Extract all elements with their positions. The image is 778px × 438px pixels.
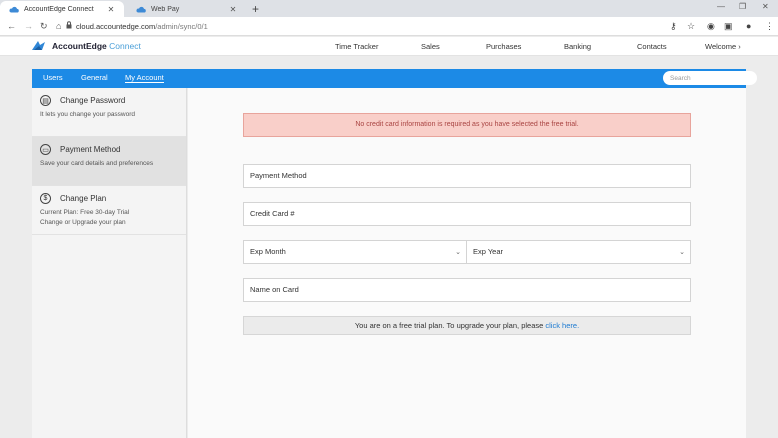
subnav-general[interactable]: General xyxy=(81,73,108,82)
star-icon[interactable]: ☆ xyxy=(687,21,695,32)
new-tab-icon[interactable]: + xyxy=(252,2,259,16)
logo-text: AccountEdge Connect xyxy=(52,40,141,51)
tab-title: Web Pay xyxy=(151,5,180,13)
back-icon[interactable]: ← xyxy=(7,21,16,31)
url-path: /admin/sync/0/1 xyxy=(155,22,208,31)
forward-icon[interactable]: → xyxy=(24,21,33,31)
sidebar-item-desc: Save your card details and preferences xyxy=(40,160,154,167)
close-tab-icon[interactable]: ✕ xyxy=(228,5,238,14)
upgrade-info-box: You are on a free trial plan. To upgrade… xyxy=(243,316,691,335)
upgrade-link[interactable]: click here. xyxy=(545,321,579,330)
nav-purchases[interactable]: Purchases xyxy=(486,42,521,51)
free-trial-alert: No credit card information is required a… xyxy=(243,113,691,137)
account-icon[interactable]: ● xyxy=(746,21,751,31)
chevron-down-icon: ⌄ xyxy=(455,249,461,256)
close-window-icon[interactable]: ✕ xyxy=(762,2,769,11)
reload-icon[interactable]: ↻ xyxy=(40,21,48,32)
payment-form-panel: No credit card information is required a… xyxy=(188,88,746,438)
account-sidebar: ▤ Change Password It lets you change you… xyxy=(32,88,187,438)
search-input[interactable] xyxy=(663,71,757,85)
cloud-icon xyxy=(9,6,19,12)
sidebar-item-change-password[interactable]: ▤ Change Password It lets you change you… xyxy=(32,88,186,137)
sidebar-item-desc: Current Plan: Free 30-day Trial Change or… xyxy=(40,209,130,226)
exp-year-select[interactable]: Exp Year ⌄ xyxy=(466,240,691,264)
nav-contacts[interactable]: Contacts xyxy=(637,42,667,51)
app-header: AccountEdge Connect Time Tracker Sales P… xyxy=(0,37,778,56)
address-bar: ← → ↻ ⌂ cloud.accountedge.com/admin/sync… xyxy=(0,17,778,36)
subnav-my-account[interactable]: My Account xyxy=(125,73,164,83)
cloud-icon xyxy=(136,6,146,12)
sidebar-item-desc: It lets you change your password xyxy=(40,111,136,118)
chevron-right-icon: › xyxy=(738,42,741,51)
sidebar-item-label: Payment Method xyxy=(60,145,121,154)
exp-month-value: Exp Month xyxy=(250,247,286,256)
sidebar-item-label: Change Password xyxy=(60,96,126,105)
tab-accountedge[interactable]: AccountEdge Connect ✕ xyxy=(0,1,124,17)
account-subnav: Users General My Account xyxy=(32,69,757,88)
credit-card-field[interactable]: Credit Card # xyxy=(243,202,691,226)
nav-welcome[interactable]: Welcome › xyxy=(705,42,741,51)
url-field[interactable]: cloud.accountedge.com/admin/sync/0/1 xyxy=(76,22,208,31)
extension-icon[interactable]: ◉ xyxy=(707,21,715,32)
exp-year-value: Exp Year xyxy=(473,247,504,256)
sidebar-item-label: Change Plan xyxy=(60,194,107,203)
key-icon[interactable]: ⚷ xyxy=(670,21,677,32)
browser-tabstrip: AccountEdge Connect ✕ Web Pay ✕ + — ❐ ✕ xyxy=(0,0,778,17)
nav-sales[interactable]: Sales xyxy=(421,42,440,51)
tab-web-pay[interactable]: Web Pay ✕ xyxy=(127,1,246,17)
sidebar-item-change-plan[interactable]: $ Change Plan Current Plan: Free 30-day … xyxy=(32,186,186,235)
minimize-icon[interactable]: — xyxy=(717,2,725,11)
card-icon: ▭ xyxy=(40,144,51,155)
payment-method-field[interactable]: Payment Method xyxy=(243,164,691,188)
exp-month-select[interactable]: Exp Month ⌄ xyxy=(243,240,467,264)
restore-icon[interactable]: ❐ xyxy=(739,2,746,11)
nav-time-tracker[interactable]: Time Tracker xyxy=(335,42,378,51)
menu-icon[interactable]: ⋮ xyxy=(765,21,774,32)
upgrade-info-text: You are on a free trial plan. To upgrade… xyxy=(354,321,544,330)
extension-icon-2[interactable]: ▣ xyxy=(724,21,733,32)
chevron-down-icon: ⌄ xyxy=(679,249,685,256)
sidebar-item-payment-method[interactable]: ▭ Payment Method Save your card details … xyxy=(32,137,186,186)
tab-title: AccountEdge Connect xyxy=(24,5,94,13)
dollar-icon: $ xyxy=(40,193,51,204)
subnav-users[interactable]: Users xyxy=(43,73,63,82)
url-host: cloud.accountedge.com xyxy=(76,22,156,31)
lock-icon: ▤ xyxy=(40,95,51,106)
logo-icon xyxy=(32,41,45,50)
logo[interactable]: AccountEdge Connect xyxy=(31,40,141,51)
close-tab-icon[interactable]: ✕ xyxy=(106,5,116,14)
home-icon[interactable]: ⌂ xyxy=(56,21,61,31)
name-on-card-field[interactable]: Name on Card xyxy=(243,278,691,302)
nav-banking[interactable]: Banking xyxy=(564,42,591,51)
lock-icon xyxy=(66,21,72,29)
